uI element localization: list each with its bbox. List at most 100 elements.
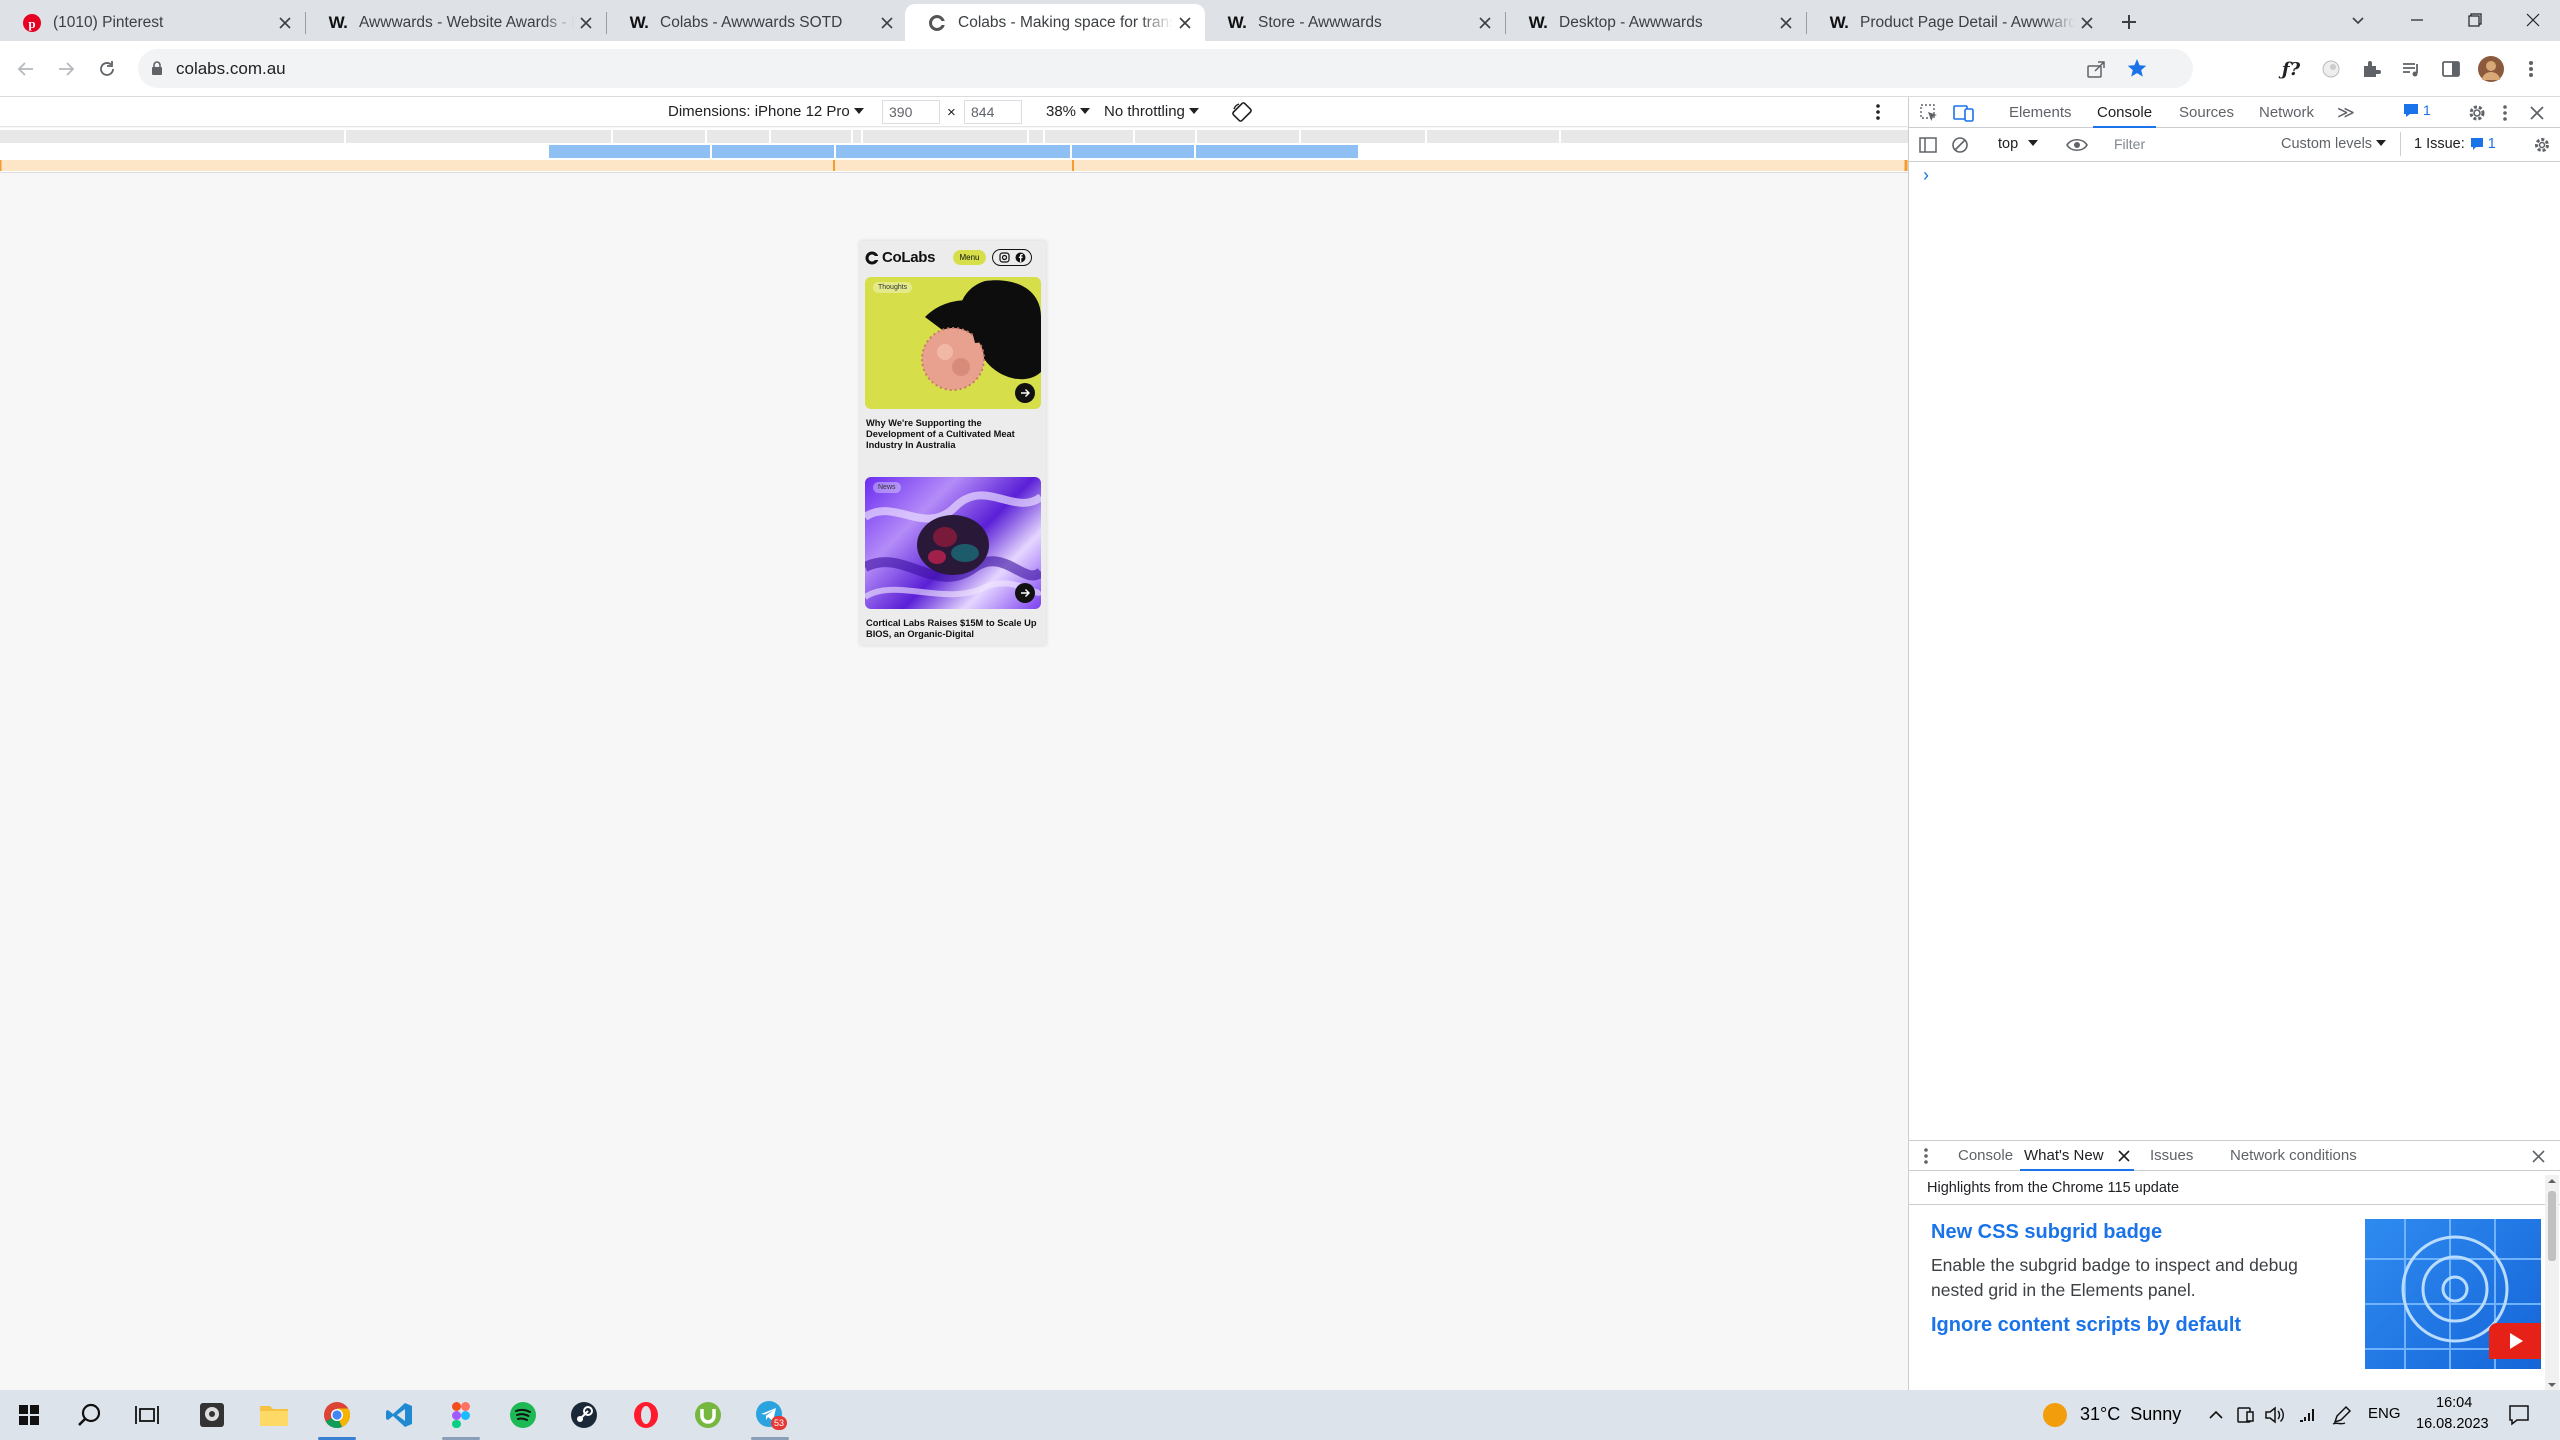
address-bar[interactable]: colabs.com.au <box>138 49 2193 88</box>
close-drawer-icon[interactable] <box>2532 1150 2545 1163</box>
windows-start-icon[interactable] <box>12 1398 46 1432</box>
wifi-icon[interactable] <box>2296 1405 2318 1425</box>
issues-counter[interactable]: 1 Issue: 1 <box>2414 136 2496 152</box>
file-explorer-icon[interactable] <box>257 1398 291 1432</box>
device-width-input[interactable]: 390 <box>882 100 940 124</box>
close-icon[interactable] <box>1173 11 1197 35</box>
steam-icon[interactable] <box>567 1398 601 1432</box>
whats-new-item-title[interactable]: New CSS subgrid badge <box>1931 1221 2162 1244</box>
device-height-input[interactable]: 844 <box>964 100 1022 124</box>
close-window-icon[interactable] <box>2521 8 2545 32</box>
emulated-device-page[interactable]: CoLabs Menu Thoughts Why We're Supportin… <box>860 241 1046 645</box>
tab-store-awwwards[interactable]: W. Store - Awwwards <box>1205 4 1505 41</box>
console-settings-gear-icon[interactable] <box>2533 136 2551 154</box>
drawer-tab-network-conditions[interactable]: Network conditions <box>2226 1141 2361 1171</box>
console-prompt[interactable]: › <box>1923 165 1929 186</box>
tab-colabs-sotd[interactable]: W. Colabs - Awwwards SOTD <box>607 4 907 41</box>
search-icon[interactable] <box>73 1398 107 1432</box>
whats-new-video-thumbnail[interactable] <box>2365 1219 2541 1369</box>
close-icon[interactable] <box>1774 11 1798 35</box>
drawer-tab-console[interactable]: Console <box>1954 1141 2017 1171</box>
close-icon[interactable] <box>273 11 297 35</box>
settings-gear-icon[interactable] <box>2467 103 2487 123</box>
notifications-icon[interactable] <box>2508 1404 2530 1426</box>
tab-colabs-active[interactable]: Colabs - Making space for transf <box>905 4 1205 41</box>
minimize-window-icon[interactable] <box>2405 8 2429 32</box>
opera-icon[interactable] <box>629 1398 663 1432</box>
close-tab-icon[interactable] <box>2118 1150 2130 1162</box>
tab-network[interactable]: Network <box>2255 97 2318 128</box>
close-icon[interactable] <box>875 11 899 35</box>
play-video-icon[interactable] <box>2489 1323 2541 1359</box>
tab-search-chevron-icon[interactable] <box>2348 10 2368 30</box>
share-icon[interactable] <box>2085 58 2107 80</box>
instagram-icon[interactable] <box>998 252 1010 263</box>
vscode-icon[interactable] <box>382 1398 416 1432</box>
tab-awwwards-awards[interactable]: W. Awwwards - Website Awards - Be <box>306 4 606 41</box>
fonts-ninja-extension-icon[interactable]: ƒ? <box>2277 55 2305 83</box>
tab-desktop-awwwards[interactable]: W. Desktop - Awwwards <box>1506 4 1806 41</box>
article-arrow-button[interactable] <box>1015 383 1035 403</box>
task-view-icon[interactable] <box>131 1398 165 1432</box>
zoom-dropdown[interactable]: 38% <box>1046 103 1091 120</box>
device-toolbar-more-icon[interactable] <box>1875 103 1881 121</box>
rotate-device-icon[interactable] <box>1231 101 1253 123</box>
tray-chevron-up-icon[interactable] <box>2207 1406 2225 1424</box>
article-title[interactable]: Why We're Supporting the Development of … <box>866 418 1038 451</box>
clear-console-icon[interactable] <box>1951 136 1969 154</box>
throttling-dropdown[interactable]: No throttling <box>1104 103 1199 120</box>
tab-pinterest[interactable]: p (1010) Pinterest <box>0 4 305 41</box>
weather-text[interactable]: 31°C Sunny <box>2080 1404 2181 1425</box>
pen-workspace-icon[interactable] <box>2331 1404 2353 1426</box>
sidebar-toggle-icon[interactable] <box>1919 136 1937 154</box>
bookmark-star-icon[interactable] <box>2126 57 2148 79</box>
utorrent-icon[interactable] <box>691 1398 725 1432</box>
colabs-logo[interactable]: CoLabs <box>865 249 936 266</box>
messages-badge[interactable]: 1 <box>2403 102 2431 118</box>
webcam-app-icon[interactable] <box>195 1398 229 1432</box>
chrome-menu-icon[interactable] <box>2517 55 2545 83</box>
inspect-element-icon[interactable] <box>1919 103 1939 123</box>
log-levels-dropdown[interactable]: Custom levels <box>2281 136 2387 152</box>
media-queue-icon[interactable] <box>2397 55 2425 83</box>
article-title[interactable]: Cortical Labs Raises $15M to Scale Up BI… <box>866 618 1038 640</box>
drawer-tab-whats-new[interactable]: What's New <box>2020 1141 2134 1171</box>
facebook-icon[interactable] <box>1015 252 1026 263</box>
weather-sun-icon[interactable] <box>2042 1402 2068 1428</box>
back-arrow-icon[interactable] <box>12 55 40 83</box>
context-dropdown[interactable]: top <box>1998 136 2039 152</box>
clock-date[interactable]: 16.08.2023 <box>2416 1416 2489 1432</box>
avatar[interactable] <box>2477 55 2505 83</box>
language-indicator[interactable]: ENG <box>2368 1405 2401 1422</box>
media-query-bars[interactable] <box>0 128 1908 173</box>
device-mode-icon[interactable] <box>1953 103 1975 123</box>
tab-sources[interactable]: Sources <box>2175 97 2238 128</box>
article-arrow-button[interactable] <box>1015 583 1035 603</box>
drawer-more-icon[interactable] <box>1923 1147 1929 1165</box>
puzzle-extensions-icon[interactable] <box>2357 55 2385 83</box>
chrome-icon[interactable] <box>320 1398 354 1432</box>
tab-console[interactable]: Console <box>2093 97 2157 128</box>
device-dimensions-dropdown[interactable]: Dimensions: iPhone 12 Pro <box>668 103 864 120</box>
reload-icon[interactable] <box>93 55 121 83</box>
spotify-icon[interactable] <box>506 1398 540 1432</box>
close-icon[interactable] <box>2075 11 2099 35</box>
forward-arrow-icon[interactable] <box>52 55 80 83</box>
close-icon[interactable] <box>574 11 598 35</box>
figma-icon[interactable] <box>444 1398 478 1432</box>
lock-icon[interactable] <box>150 60 164 76</box>
devtools-more-icon[interactable] <box>2502 104 2508 122</box>
new-tab-button[interactable] <box>2117 10 2141 34</box>
console-filter-input[interactable]: Filter <box>2106 133 2266 157</box>
drawer-tab-issues[interactable]: Issues <box>2146 1141 2197 1171</box>
extension-icon[interactable] <box>2317 55 2345 83</box>
close-devtools-icon[interactable] <box>2530 106 2544 120</box>
volume-icon[interactable] <box>2264 1405 2286 1425</box>
menu-button[interactable]: Menu <box>953 250 986 265</box>
more-tabs-icon[interactable]: ≫ <box>2333 97 2359 128</box>
whats-new-item-title[interactable]: Ignore content scripts by default <box>1931 1314 2241 1337</box>
live-expression-eye-icon[interactable] <box>2065 135 2089 155</box>
restore-window-icon[interactable] <box>2463 8 2487 32</box>
clock-time[interactable]: 16:04 <box>2436 1395 2472 1411</box>
drawer-scrollbar[interactable] <box>2545 1175 2559 1391</box>
